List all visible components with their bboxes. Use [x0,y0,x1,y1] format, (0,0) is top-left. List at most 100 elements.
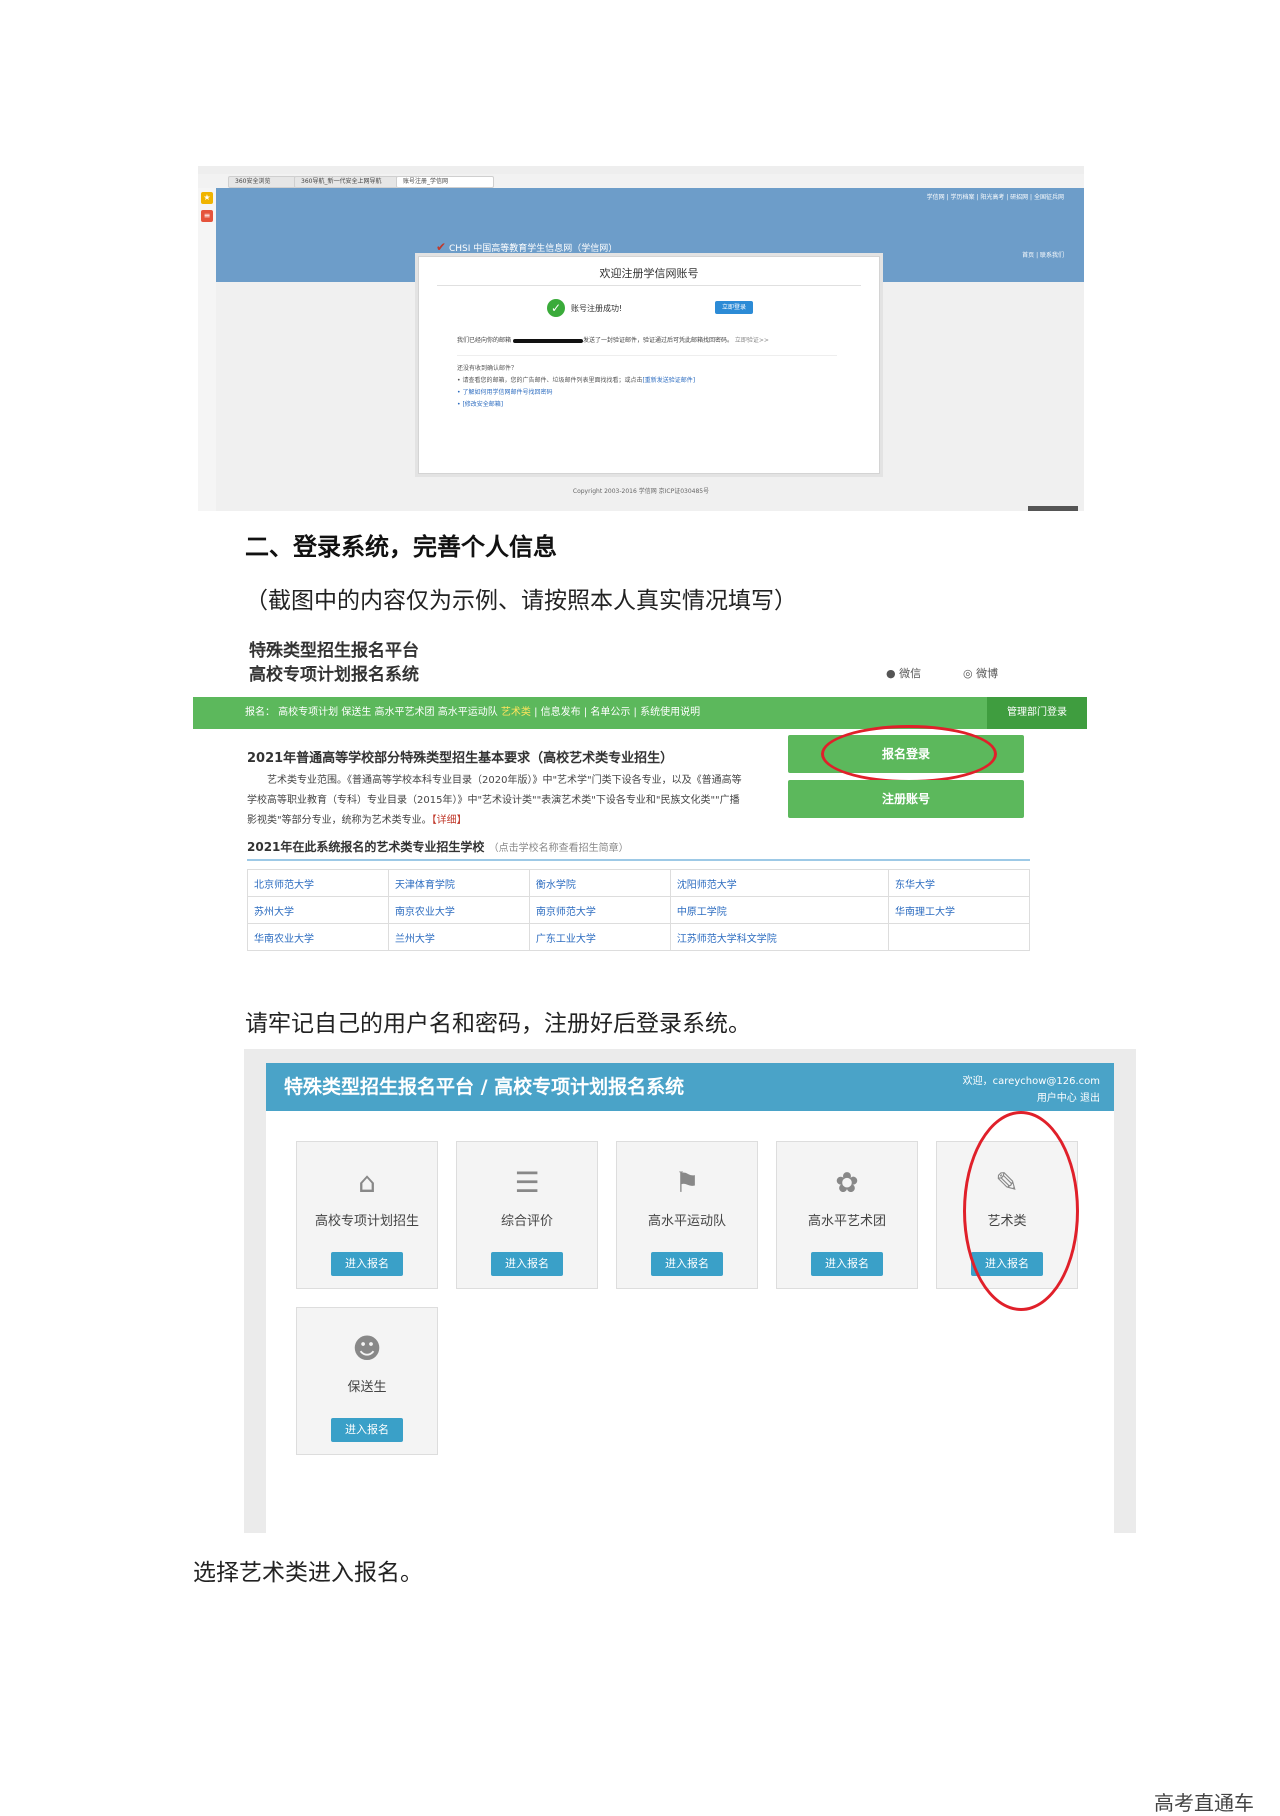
category-card-art-troupe[interactable]: ✿ 高水平艺术团 进入报名 [776,1141,918,1289]
wechat-link[interactable]: ● 微信 [886,665,921,681]
enter-signup-button[interactable]: 进入报名 [331,1418,403,1442]
platform-home-screenshot: 特殊类型招生报名平台 高校专项计划报名系统 ● 微信 ◎ 微博 报名： 高校专项… [193,635,1087,955]
table-row: 北京师范大学 天津体育学院 衡水学院 沈阳师范大学 东华大学 [247,869,1030,897]
app-header: 特殊类型招生报名平台 / 高校专项计划报名系统 欢迎，careychow@126… [266,1063,1114,1111]
user-links[interactable]: 用户中心 退出 [963,1090,1100,1107]
enter-signup-button[interactable]: 进入报名 [651,1252,723,1276]
highlight-circle [963,1111,1079,1311]
enter-signup-button[interactable]: 进入报名 [331,1252,403,1276]
platform-title: 特殊类型招生报名平台 高校专项计划报名系统 [249,639,419,687]
card-label: 高水平运动队 [647,1214,726,1229]
news-icon[interactable]: ≡ [201,210,213,222]
chsi-head-links[interactable]: 首页 | 联系我们 [1022,250,1064,259]
requirements-text: 艺术类专业范围。《普通高等学校本科专业目录（2020年版）》中"艺术学"门类下设… [247,775,742,826]
school-link[interactable]: 北京师范大学 [247,869,389,897]
browser-tab[interactable]: 360安全浏览 [228,176,296,188]
school-link[interactable]: 沈阳师范大学 [669,869,890,897]
school-link[interactable]: 兰州大学 [387,923,530,951]
runner-icon: ⚑ [674,1166,700,1199]
school-link[interactable]: 中原工学院 [669,896,890,924]
footer-brand: 高考直通车 [1154,1791,1254,1815]
register-success-panel: 欢迎注册学信网账号 ✓ 账号注册成功! 立即登录 我们已经向你的邮箱 发送了一封… [418,256,880,474]
divider [247,859,1030,861]
nav-items[interactable]: 报名： 高校专项计划 保送生 高水平艺术团 高水平运动队 艺术类 | 信息发布 … [245,697,700,729]
instruction-remember: 请牢记自己的用户名和密码，注册好后登录系统。 [245,1011,751,1037]
browser-tab-active[interactable]: 账号注册_学信网 [396,176,494,188]
card-label: 高校专项计划招生 [314,1214,419,1229]
category-card-recommended[interactable]: ☻ 保送生 进入报名 [296,1307,438,1455]
users-icon: ☻ [352,1332,382,1365]
schools-hint: （点击学校名称查看招生简章） [488,843,629,854]
school-link[interactable]: 衡水学院 [528,869,671,897]
table-row: 华南农业大学 兰州大学 广东工业大学 江苏师范大学科文学院 [247,923,1030,951]
manager-login-button[interactable]: 管理部门登录 [987,697,1087,729]
card-label: 高水平艺术团 [807,1214,886,1229]
mail-prefix: 我们已经向你的邮箱 [457,337,512,344]
tips-title: 还没有收到确认邮件？ [457,365,518,372]
enter-signup-button[interactable]: 进入报名 [491,1252,563,1276]
category-card-sports[interactable]: ⚑ 高水平运动队 进入报名 [616,1141,758,1289]
checklist-icon: ☰ [514,1166,540,1199]
table-row: 苏州大学 南京农业大学 南京师范大学 中原工学院 华南理工大学 [247,896,1030,924]
divider [437,285,861,286]
schools-title-text: 2021年在此系统报名的艺术类专业招生学校 [247,840,485,854]
chsi-logo-icon: ✔ [436,240,447,254]
wechat-label: 微信 [899,667,922,680]
tree-house-icon: ⌂ [358,1166,376,1199]
browser-tab-bar: 360安全浏览 360导航_新一代安全上网导航 账号注册_学信网 [198,174,1084,189]
highlight-circle [821,725,997,783]
category-card-comprehensive[interactable]: ☰ 综合评价 进入报名 [456,1141,598,1289]
card-label: 综合评价 [500,1214,553,1229]
chsi-logo-text: CHSI 中国高等教育学生信息网（学信网） [448,244,618,254]
app-body: ⌂ 高校专项计划招生 进入报名 ☰ 综合评价 进入报名 ⚑ 高水平运动队 进入报… [266,1111,1114,1533]
school-link[interactable]: 南京师范大学 [528,896,671,924]
system-home-screenshot: 特殊类型招生报名平台 / 高校专项计划报名系统 欢迎，careychow@126… [244,1049,1136,1533]
scroll-indicator [1028,506,1078,511]
schools-title: 2021年在此系统报名的艺术类专业招生学校 （点击学校名称查看招生简章） [247,838,629,855]
tip-link[interactable]: • 了解如何用学信网邮件号找回密码 [457,387,695,399]
school-link[interactable]: 江苏师范大学科文学院 [669,923,890,951]
chsi-registration-screenshot: 360安全浏览 360导航_新一代安全上网导航 账号注册_学信网 ★ ≡ 学信网… [198,166,1084,511]
success-text: 账号注册成功! [571,304,623,313]
category-card-special-plan[interactable]: ⌂ 高校专项计划招生 进入报名 [296,1141,438,1289]
school-cell-empty [888,923,1030,951]
requirements-title: 2021年普通高等学校部分特殊类型招生基本要求（高校艺术类专业招生） [247,751,674,766]
chsi-logo[interactable]: ✔ CHSI 中国高等教育学生信息网（学信网） [436,240,617,254]
browser-side-rail: ★ ≡ [198,188,217,511]
user-info: 欢迎，careychow@126.com 用户中心 退出 [963,1073,1100,1107]
weibo-label: 微博 [976,667,999,680]
school-link[interactable]: 华南农业大学 [247,923,389,951]
card-label: 保送生 [347,1380,387,1395]
nav-signup-items[interactable]: 报名： 高校专项计划 保送生 高水平艺术团 高水平运动队 [245,707,501,718]
chsi-top-links[interactable]: 学信网 | 学历档案 | 阳光高考 | 研招网 | 全国征兵网 [927,192,1064,201]
enter-signup-button[interactable]: 进入报名 [811,1252,883,1276]
browser-tab[interactable]: 360导航_新一代安全上网导航 [294,176,398,188]
weibo-link[interactable]: ◎ 微博 [963,665,998,681]
weibo-icon: ◎ [963,667,973,680]
nav-art-item[interactable]: 艺术类 [501,707,531,718]
mail-tips: 还没有收到确认邮件？ • 请查看您的邮箱，您的广告邮件、垃圾邮件列表里面找找看；… [457,363,695,411]
tip-item: • 请查看您的邮箱，您的广告邮件、垃圾邮件列表里面找找看；或点击[重新发送验证邮… [457,375,695,387]
login-now-button[interactable]: 立即登录 [715,301,753,314]
school-link[interactable]: 天津体育学院 [387,869,530,897]
nav-info-items[interactable]: | 信息发布 | 名单公示 | 系统使用说明 [531,707,700,718]
school-link[interactable]: 苏州大学 [247,896,389,924]
wechat-icon: ● [886,667,896,680]
tip-text: • 请查看您的邮箱，您的广告邮件、垃圾邮件列表里面找找看；或点击 [457,377,643,384]
tip-link[interactable]: • [修改安全邮箱] [457,399,695,411]
school-link[interactable]: 华南理工大学 [888,896,1030,924]
detail-link[interactable]: 【详细】 [432,815,467,826]
welcome-text: 欢迎，careychow@126.com [962,1076,1100,1087]
instruction-choose: 选择艺术类进入报名。 [193,1560,423,1586]
resend-link[interactable]: [重新发送验证邮件] [642,377,695,384]
school-link[interactable]: 东华大学 [888,869,1030,897]
school-link[interactable]: 广东工业大学 [528,923,671,951]
school-link[interactable]: 南京农业大学 [387,896,530,924]
star-icon[interactable]: ★ [201,192,213,204]
requirements-body: 艺术类专业范围。《普通高等学校本科专业目录（2020年版）》中"艺术学"门类下设… [247,771,747,831]
schools-table: 北京师范大学 天津体育学院 衡水学院 沈阳师范大学 东华大学 苏州大学 南京农业… [247,869,1030,951]
register-account-button[interactable]: 注册账号 [788,780,1024,818]
app-title: 特殊类型招生报名平台 / 高校专项计划报名系统 [284,1076,685,1098]
check-icon: ✓ [547,299,565,317]
verify-link[interactable]: 立即验证>> [735,337,769,344]
